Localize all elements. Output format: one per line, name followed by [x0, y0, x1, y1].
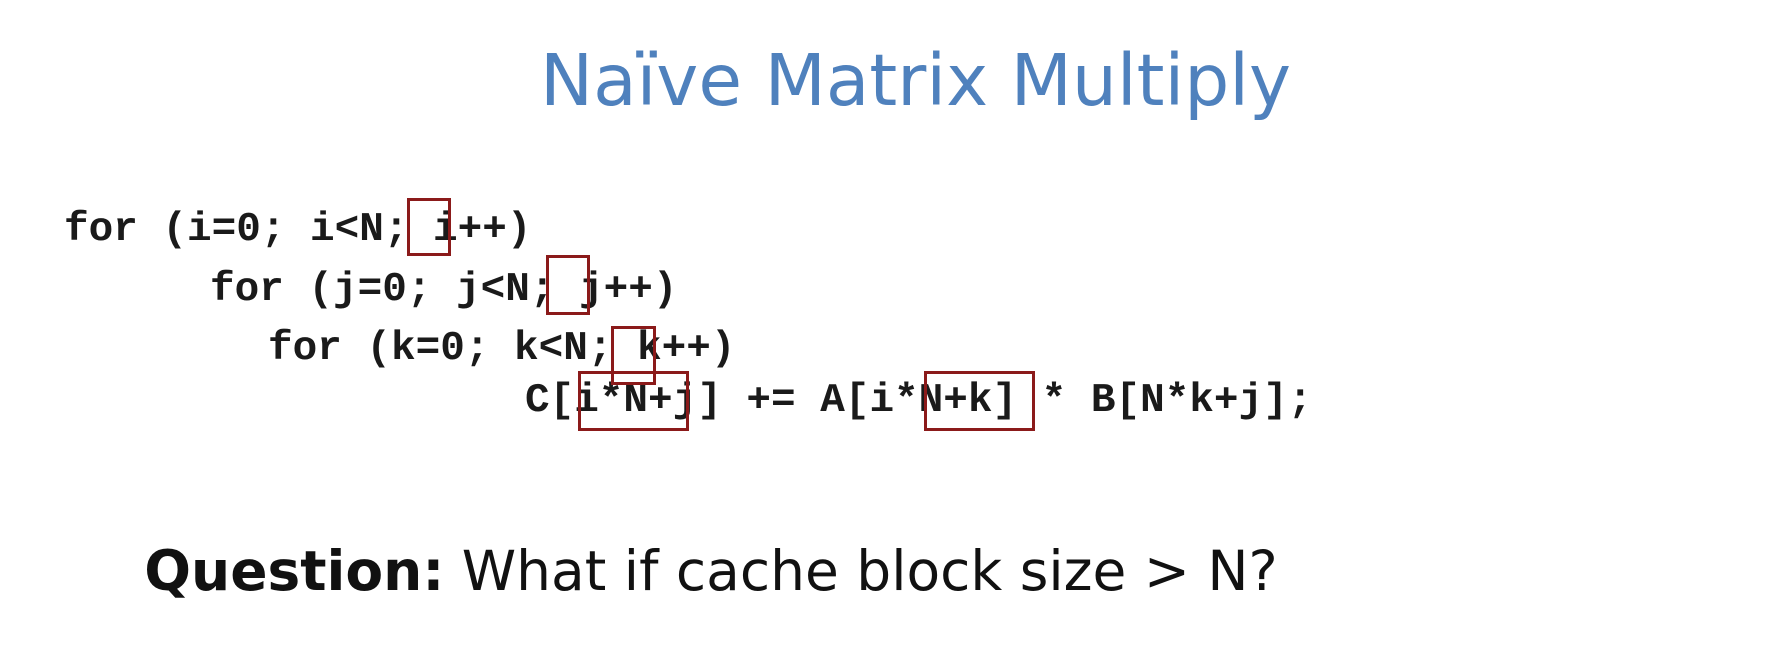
- question-label: Question:: [144, 539, 445, 603]
- slide-title: Naïve Matrix Multiply: [539, 39, 1292, 122]
- code-line-middle-loop: for (j=0; j<N; j++): [210, 267, 678, 313]
- code-line-body: C[i*N+j] += A[i*N+k] * B[N*k+j];: [525, 378, 1313, 424]
- question-text: What if cache block size > N?: [444, 539, 1278, 603]
- code-line-outer-loop: for (i=0; i<N; i++): [64, 207, 532, 253]
- code-line-inner-loop: for (k=0; k<N; k++): [268, 326, 736, 372]
- question: Question: What if cache block size > N?: [0, 536, 1422, 606]
